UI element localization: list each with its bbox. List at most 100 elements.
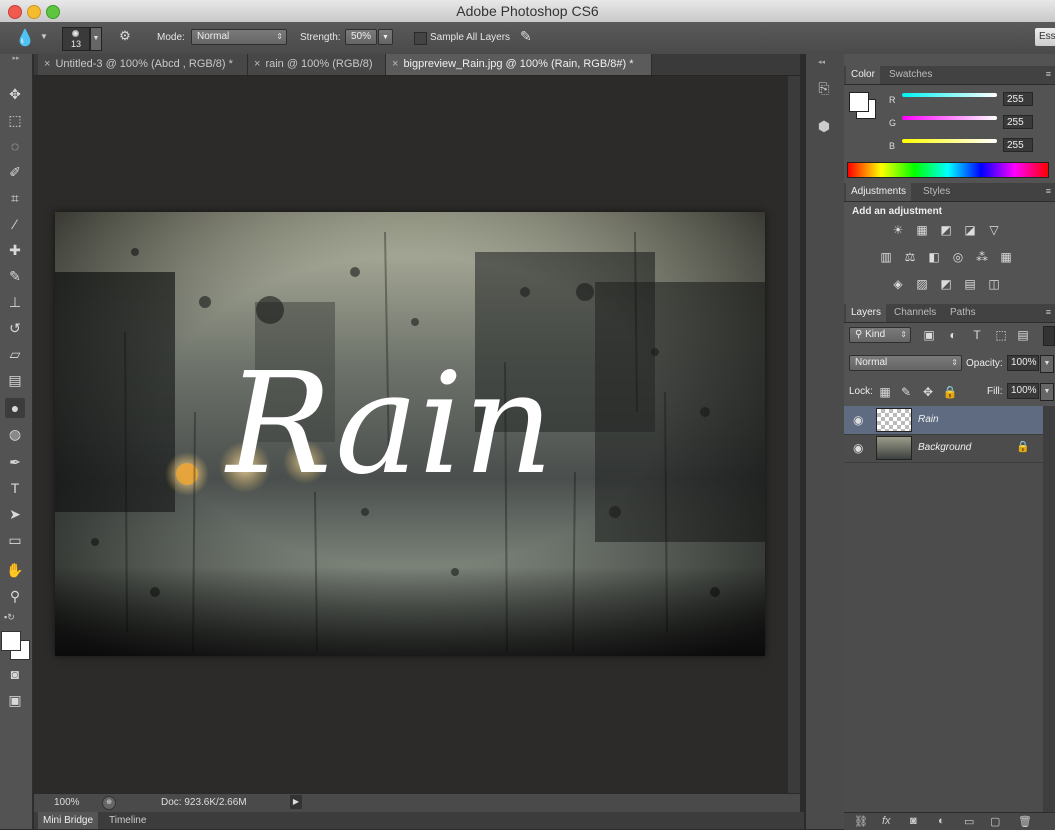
tab-styles[interactable]: Styles [918, 183, 955, 201]
add-mask-icon[interactable]: ◙ [910, 815, 917, 827]
quick-selection-tool-icon[interactable]: ✐ [5, 162, 25, 182]
tab-paths[interactable]: Paths [945, 304, 981, 322]
tab-channels[interactable]: Channels [889, 304, 941, 322]
vertical-scrollbar[interactable] [788, 76, 800, 793]
brush-panel-toggle-icon[interactable]: ⚙ [116, 28, 134, 46]
tab-rain[interactable]: × rain @ 100% (RGB/8) [248, 54, 386, 75]
levels-icon[interactable]: ▦ [914, 223, 930, 237]
brush-dropdown-arrow-icon[interactable]: ▼ [90, 27, 102, 51]
color-lookup-icon[interactable]: ▦ [998, 250, 1014, 264]
channel-mixer-icon[interactable]: ⁂ [974, 250, 990, 264]
posterize-icon[interactable]: ▨ [914, 277, 930, 291]
layers-scrollbar[interactable] [1043, 406, 1055, 816]
tab-color[interactable]: Color [846, 66, 880, 84]
lock-image-icon[interactable]: ✎ [898, 385, 914, 399]
layer-filter-select[interactable]: ⚲ Kind ⇕ [849, 327, 911, 343]
screen-mode-icon[interactable]: ▣ [5, 690, 25, 710]
strength-slider-toggle[interactable]: ▼ [378, 29, 393, 45]
zoom-tool-icon[interactable]: ⚲ [5, 586, 25, 606]
vibrance-icon[interactable]: ▽ [986, 223, 1002, 237]
color-fg-swatch[interactable] [849, 92, 869, 112]
brightness-contrast-icon[interactable]: ☀ [890, 223, 906, 237]
invert-icon[interactable]: ◈ [890, 277, 906, 291]
layer-name[interactable]: Rain [918, 414, 939, 425]
blur-tool-preset-icon[interactable]: 💧 [14, 28, 36, 48]
type-tool-icon[interactable]: T [5, 478, 25, 498]
sample-all-layers-checkbox[interactable] [414, 32, 427, 45]
healing-brush-tool-icon[interactable]: ✚ [5, 240, 25, 260]
delete-layer-icon[interactable]: 🗑 [1018, 815, 1032, 828]
panel-menu-icon[interactable]: ≡ [1046, 307, 1051, 317]
mode-select[interactable]: Normal ⇕ [191, 29, 287, 45]
filter-adjustment-icon[interactable]: ◐ [945, 328, 961, 342]
zoom-level[interactable]: 100% [54, 797, 80, 808]
channel-b-slider[interactable] [902, 139, 997, 143]
channel-g-value[interactable]: 255 [1003, 115, 1033, 129]
tab-swatches[interactable]: Swatches [884, 66, 937, 84]
eye-icon[interactable]: ◉ [853, 441, 863, 455]
opacity-value[interactable]: 100% [1007, 355, 1039, 371]
lock-position-icon[interactable]: ✥ [920, 385, 936, 399]
pen-tool-icon[interactable]: ✒ [5, 452, 25, 472]
foreground-color-swatch[interactable] [1, 631, 21, 651]
filter-pixel-icon[interactable]: ▣ [921, 328, 937, 342]
tab-untitled-3[interactable]: × Untitled-3 @ 100% (Abcd , RGB/8) * [38, 54, 248, 75]
gradient-tool-icon[interactable]: ▤ [5, 370, 25, 390]
tab-layers[interactable]: Layers [846, 304, 887, 322]
tool-preset-arrow-icon[interactable]: ▼ [40, 32, 48, 41]
layer-row-background[interactable]: ◉ Background 🔒 [844, 434, 1043, 463]
pressure-for-strength-icon[interactable]: ✎ [520, 28, 540, 46]
color-spectrum-ramp[interactable] [847, 162, 1049, 178]
history-brush-tool-icon[interactable]: ↺ [5, 318, 25, 338]
gradient-map-icon[interactable]: ▤ [962, 277, 978, 291]
tab-mini-bridge[interactable]: Mini Bridge [38, 812, 99, 829]
filter-smart-object-icon[interactable]: ▤ [1015, 328, 1031, 342]
filter-shape-icon[interactable]: ⬚ [993, 328, 1009, 342]
3d-panel-icon[interactable]: ⬢ [814, 118, 834, 138]
close-tab-icon[interactable]: × [392, 58, 398, 70]
fx-icon[interactable]: fx [882, 815, 891, 827]
marquee-tool-icon[interactable]: ⬚ [5, 110, 25, 130]
channel-b-value[interactable]: 255 [1003, 138, 1033, 152]
new-group-icon[interactable]: ▭ [964, 815, 974, 828]
rectangle-tool-icon[interactable]: ▭ [5, 530, 25, 550]
hand-tool-icon[interactable]: ✋ [5, 560, 25, 580]
channel-r-slider[interactable] [902, 93, 997, 97]
tab-adjustments[interactable]: Adjustments [846, 183, 912, 201]
brush-preset-picker[interactable]: 13 [62, 27, 90, 51]
channel-g-slider[interactable] [902, 116, 997, 120]
close-tab-icon[interactable]: × [254, 58, 260, 70]
move-tool-icon[interactable]: ✥ [5, 84, 25, 104]
lasso-tool-icon[interactable]: ◌ [5, 136, 25, 156]
collapse-strip-icon[interactable]: ◂◂ [818, 58, 825, 66]
filter-toggle-switch[interactable] [1043, 326, 1055, 346]
curves-icon[interactable]: ◩ [938, 223, 954, 237]
new-adjustment-layer-icon[interactable]: ◐ [938, 815, 945, 827]
layer-name[interactable]: Background [918, 442, 971, 453]
selective-color-icon[interactable]: ◫ [986, 277, 1002, 291]
chevron-down-icon[interactable]: ▼ [1040, 355, 1054, 373]
layer-row-rain[interactable]: ◉ Rain [844, 406, 1043, 435]
crop-tool-icon[interactable]: ⌗ [5, 188, 25, 208]
clone-stamp-tool-icon[interactable]: ⊥ [5, 292, 25, 312]
color-balance-icon[interactable]: ⚖ [902, 250, 918, 264]
filter-type-icon[interactable]: T [969, 328, 985, 342]
quick-mask-icon[interactable]: ◙ [5, 664, 25, 684]
link-layers-icon[interactable]: ⛓ [854, 815, 868, 828]
panel-menu-icon[interactable]: ≡ [1046, 186, 1051, 196]
hue-saturation-icon[interactable]: ▥ [878, 250, 894, 264]
workspace-switcher[interactable]: Ess [1035, 28, 1055, 46]
blur-tool-icon[interactable]: ● [5, 398, 25, 418]
new-layer-icon[interactable]: ▢ [990, 815, 1000, 828]
path-selection-tool-icon[interactable]: ➤ [5, 504, 25, 524]
panel-menu-icon[interactable]: ≡ [1046, 69, 1051, 79]
default-colors-icon[interactable]: ▪↻ [4, 612, 15, 623]
document-canvas[interactable]: Rain [55, 212, 765, 656]
strength-input[interactable]: 50% [345, 29, 377, 45]
collapse-tools-icon[interactable]: ▸▸ [0, 54, 32, 64]
brush-tool-icon[interactable]: ✎ [5, 266, 25, 286]
channel-r-value[interactable]: 255 [1003, 92, 1033, 106]
eraser-tool-icon[interactable]: ▱ [5, 344, 25, 364]
fill-value[interactable]: 100% [1007, 383, 1039, 399]
tab-timeline[interactable]: Timeline [104, 812, 151, 829]
